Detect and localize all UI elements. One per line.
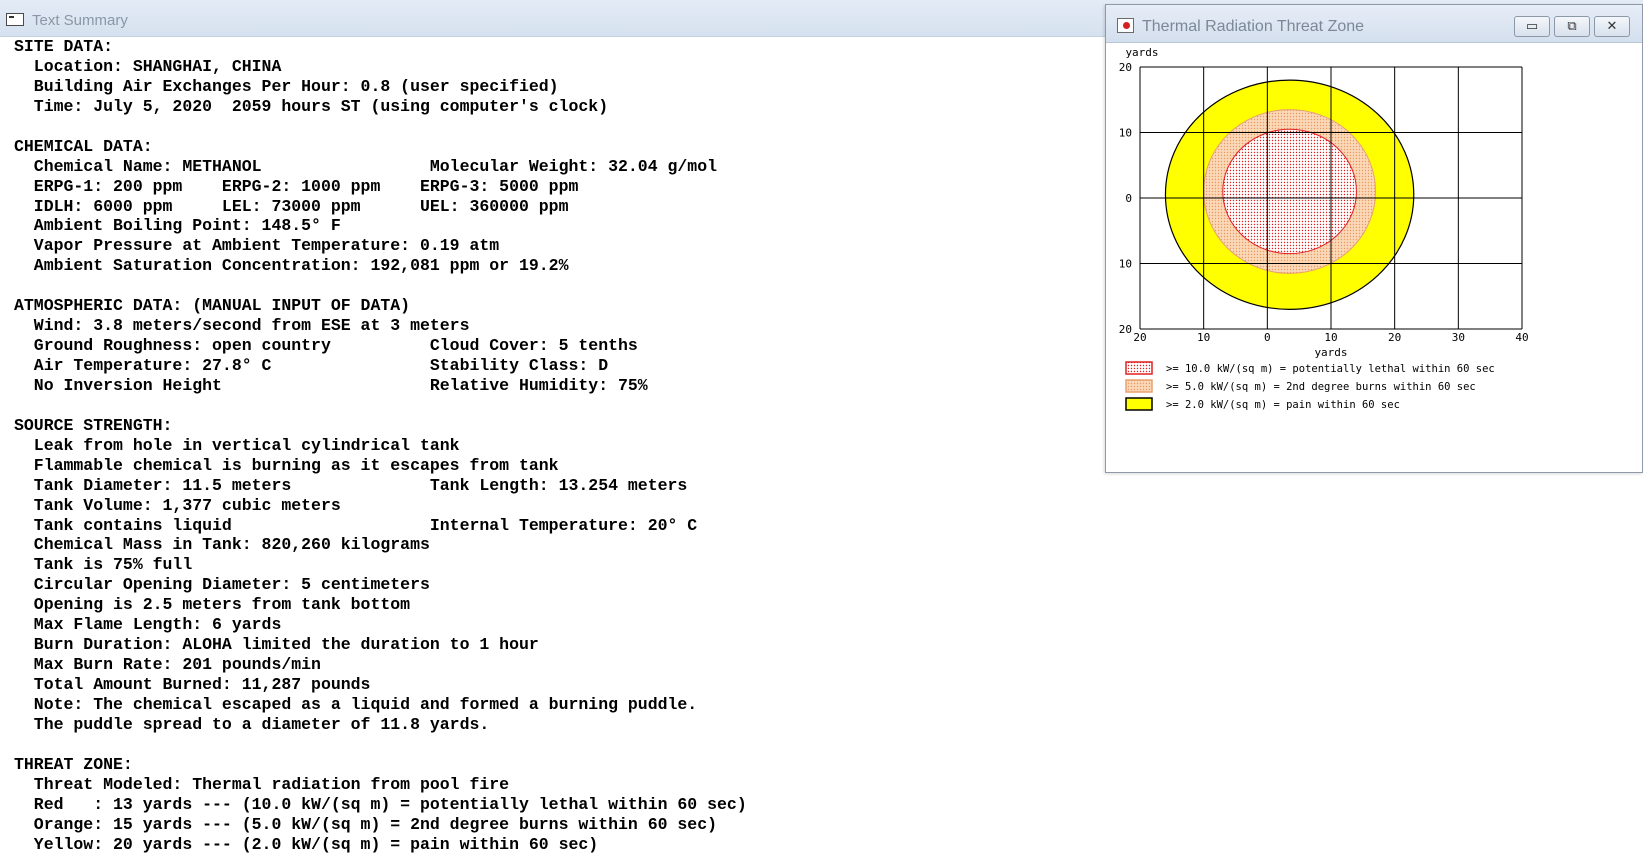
summary-line: Yellow: 20 yards --- (2.0 kW/(sq m) = pa… <box>14 834 599 854</box>
summary-line: Air Temperature: 27.8° C Stability Class… <box>14 356 609 375</box>
legend-swatch <box>1125 379 1153 393</box>
summary-line: Chemical Name: METHANOL Molecular Weight… <box>14 156 718 176</box>
summary-line: Vapor Pressure at Ambient Temperature: 0… <box>14 236 500 256</box>
minimize-button[interactable]: ▭ <box>1514 16 1550 37</box>
legend-swatch <box>1125 361 1153 375</box>
summary-line: Tank Diameter: 11.5 meters Tank Length: … <box>14 475 688 495</box>
threat-zone-red <box>1222 128 1357 255</box>
legend-label: >= 5.0 kW/(sq m) = 2nd degree burns with… <box>1166 381 1476 393</box>
summary-line: IDLH: 6000 ppm LEL: 73000 ppm UEL: 36000… <box>14 196 569 216</box>
summary-line: Ground Roughness: open country Cloud Cov… <box>14 336 638 356</box>
summary-line: ATMOSPHERIC DATA: (MANUAL INPUT OF DATA) <box>14 296 411 316</box>
threat-zone-titlebar[interactable]: Thermal Radiation Threat Zone ▭ ⧉ ✕ <box>1106 5 1642 43</box>
x-tick-label: 0 <box>1264 331 1271 344</box>
summary-line: Threat Modeled: Thermal radiation from p… <box>14 774 510 794</box>
summary-line: Flammable chemical is burning as it esca… <box>14 455 559 475</box>
threat-zone-title: Thermal Radiation Threat Zone <box>1142 18 1365 35</box>
x-tick-label: 10 <box>1324 331 1337 344</box>
y-tick-label: 10 <box>1119 258 1132 271</box>
summary-line: Red : 13 yards --- (10.0 kW/(sq m) = pot… <box>14 794 747 814</box>
x-axis-label: yards <box>1314 346 1347 359</box>
y-axis-label: yards <box>1125 46 1158 59</box>
legend-label: >= 2.0 kW/(sq m) = pain within 60 sec <box>1166 399 1400 411</box>
summary-line: Tank contains liquid Internal Temperatur… <box>14 515 698 535</box>
threat-zone-window-icon <box>1117 18 1134 33</box>
summary-line: THREAT ZONE: <box>14 754 133 774</box>
summary-line: Wind: 3.8 meters/second from ESE at 3 me… <box>14 316 470 336</box>
summary-line: Burn Duration: ALOHA limited the duratio… <box>14 635 539 655</box>
x-tick-label: 40 <box>1515 331 1528 344</box>
summary-line: Chemical Mass in Tank: 820,260 kilograms <box>14 535 430 555</box>
summary-line: The puddle spread to a diameter of 11.8 … <box>14 714 490 734</box>
summary-line: Time: July 5, 2020 2059 hours ST (using … <box>14 96 609 116</box>
summary-line: Opening is 2.5 meters from tank bottom <box>14 595 411 615</box>
y-tick-label: 0 <box>1125 192 1132 205</box>
x-tick-label: 20 <box>1133 331 1146 344</box>
text-summary-title: Text Summary <box>32 12 128 29</box>
x-tick-label: 10 <box>1197 331 1210 344</box>
summary-line: SOURCE STRENGTH: <box>14 415 173 435</box>
summary-line: CHEMICAL DATA: <box>14 136 153 156</box>
y-tick-label: 20 <box>1119 61 1132 74</box>
y-tick-label: 20 <box>1119 323 1132 336</box>
x-tick-label: 20 <box>1388 331 1401 344</box>
close-button[interactable]: ✕ <box>1594 16 1630 37</box>
summary-line: Note: The chemical escaped as a liquid a… <box>14 694 698 714</box>
summary-line: Circular Opening Diameter: 5 centimeters <box>14 575 430 595</box>
x-tick-label: 30 <box>1452 331 1465 344</box>
summary-line: SITE DATA: <box>14 37 114 56</box>
summary-line: Max Burn Rate: 201 pounds/min <box>14 655 321 675</box>
maximize-button[interactable]: ⧉ <box>1554 16 1590 37</box>
text-window-icon <box>6 13 24 26</box>
summary-line: Ambient Saturation Concentration: 192,08… <box>14 256 569 276</box>
summary-line: Total Amount Burned: 11,287 pounds <box>14 675 371 694</box>
summary-line: Tank Volume: 1,377 cubic meters <box>14 495 341 515</box>
text-summary-content: SITE DATA: Location: SHANGHAI, CHINA Bui… <box>14 37 747 854</box>
summary-line: Orange: 15 yards --- (5.0 kW/(sq m) = 2n… <box>14 814 718 834</box>
summary-line: Location: SHANGHAI, CHINA <box>14 56 282 76</box>
y-tick-label: 10 <box>1119 127 1132 140</box>
legend-swatch <box>1125 397 1153 411</box>
summary-line: Max Flame Length: 6 yards <box>14 615 282 635</box>
summary-line: Tank is 75% full <box>14 555 193 575</box>
summary-line: Leak from hole in vertical cylindrical t… <box>14 435 460 455</box>
threat-zone-chart: 20 10 0 10 20 30 40 20 10 0 10 20 yards yards >= 10.0 … <box>1119 46 1529 411</box>
threat-zone-window: Thermal Radiation Threat Zone ▭ ⧉ ✕ 20 10… <box>1105 4 1643 473</box>
summary-line: Ambient Boiling Point: 148.5° F <box>14 216 341 236</box>
summary-line: ERPG-1: 200 ppm ERPG-2: 1000 ppm ERPG-3:… <box>14 176 579 196</box>
legend-label: >= 10.0 kW/(sq m) = potentially lethal w… <box>1166 363 1495 375</box>
summary-line: Building Air Exchanges Per Hour: 0.8 (us… <box>14 76 559 96</box>
summary-line: No Inversion Height Relative Humidity: 7… <box>14 375 648 395</box>
